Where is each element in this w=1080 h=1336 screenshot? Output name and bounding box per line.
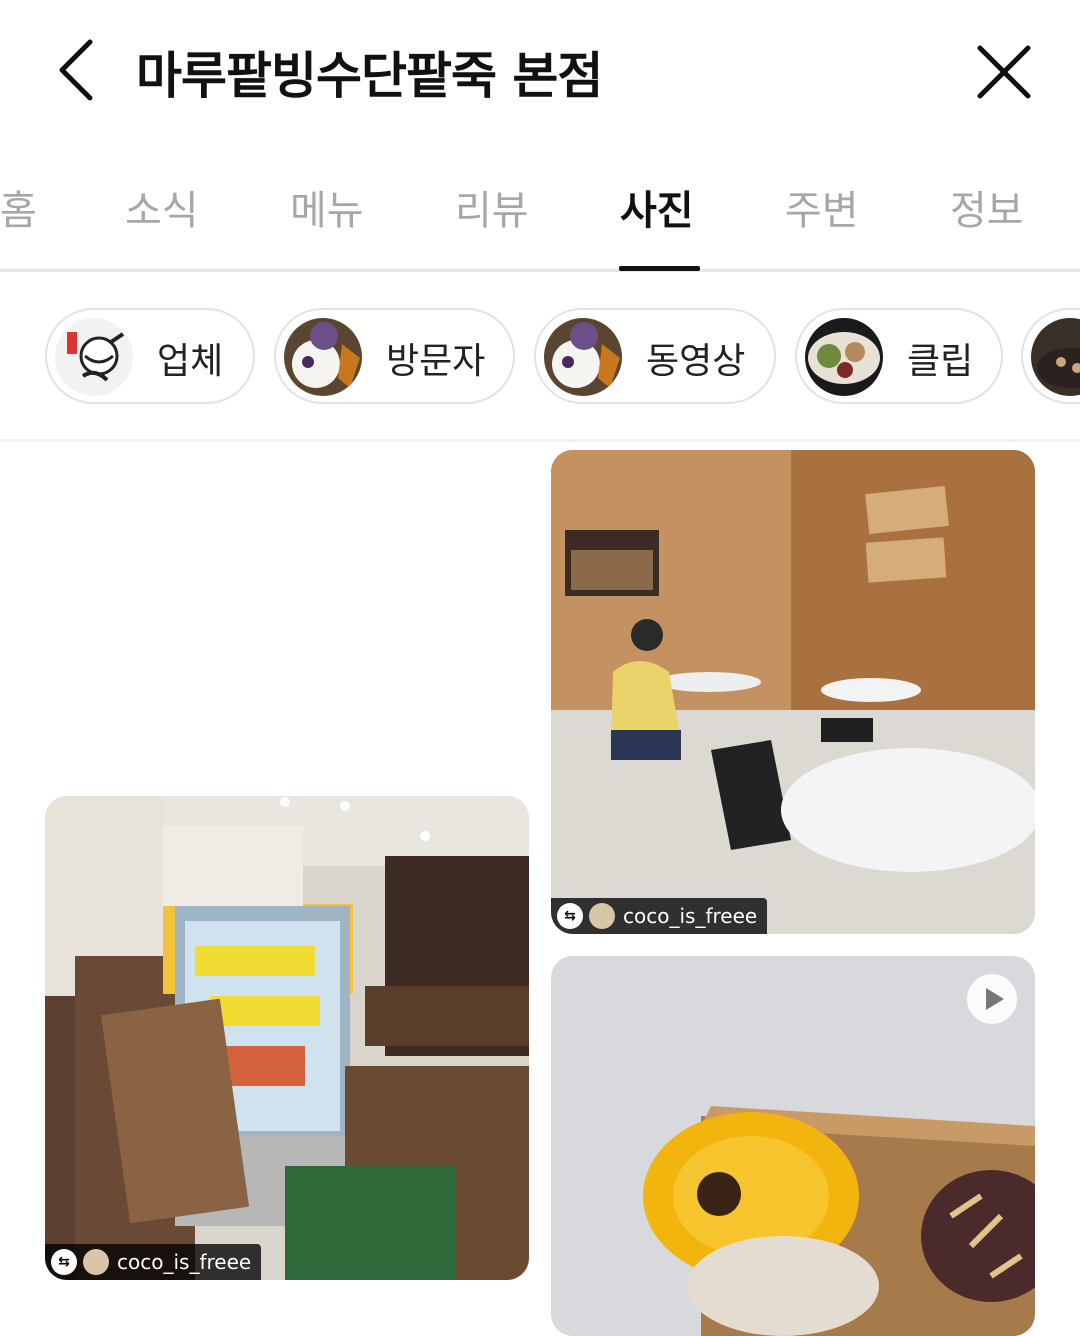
photo-image [45,796,529,1280]
tab-photos[interactable]: 사진 [620,178,694,236]
tab-info[interactable]: 정보 [950,178,1024,236]
business-logo-thumbnail [55,318,133,396]
tab-home[interactable]: 홈 [0,178,37,236]
visitor-thumbnail [284,318,362,396]
video-thumbnail [544,318,622,396]
page-title: 마루팥빙수단팥죽 본점 [136,47,603,105]
photo-item[interactable]: ⇆ coco_is_freee [45,796,529,1280]
author-name: coco_is_freee [117,1250,252,1274]
active-tab-indicator [619,266,700,271]
chip-more[interactable] [1021,308,1080,404]
chip-label: 클립 [907,341,974,382]
video-item[interactable] [551,956,1035,1336]
photo-image [551,450,1035,934]
author-name: coco_is_freee [623,904,758,928]
play-button[interactable] [967,974,1017,1024]
close-button[interactable] [972,40,1036,104]
tab-nearby[interactable]: 주변 [785,178,859,236]
chip-label: 동영상 [646,341,746,382]
chip-video[interactable]: 동영상 [534,308,776,404]
photo-credit: ⇆ coco_is_freee [45,1244,262,1280]
author-avatar [589,903,615,929]
photo-credit: ⇆ coco_is_freee [551,898,768,934]
author-avatar [83,1249,109,1275]
tab-bar: 홈 소식 메뉴 리뷰 사진 주변 정보 [0,150,1080,272]
tab-reviews[interactable]: 리뷰 [455,178,529,236]
tab-news[interactable]: 소식 [125,178,199,236]
chip-visitor[interactable]: 방문자 [274,308,515,404]
back-button[interactable] [52,36,112,104]
photo-item[interactable]: ⇆ coco_is_freee [551,450,1035,934]
repost-icon: ⇆ [557,903,583,929]
app-header: 마루팥빙수단팥죽 본점 [0,0,1080,140]
tab-menu[interactable]: 메뉴 [290,178,364,236]
chip-clip[interactable]: 클립 [795,308,1003,404]
clip-thumbnail [805,318,883,396]
chip-business[interactable]: 업체 [45,308,255,404]
chevron-left-icon [59,39,93,101]
photo-image [551,956,1035,1336]
photo-filter-chips: 업체 방문자 동영상 클립 [0,272,1080,442]
repost-icon: ⇆ [51,1249,77,1275]
more-thumbnail [1031,318,1080,396]
chip-label: 방문자 [386,341,486,382]
play-icon [986,988,1004,1010]
chip-label: 업체 [157,341,224,382]
close-icon [977,45,1031,99]
